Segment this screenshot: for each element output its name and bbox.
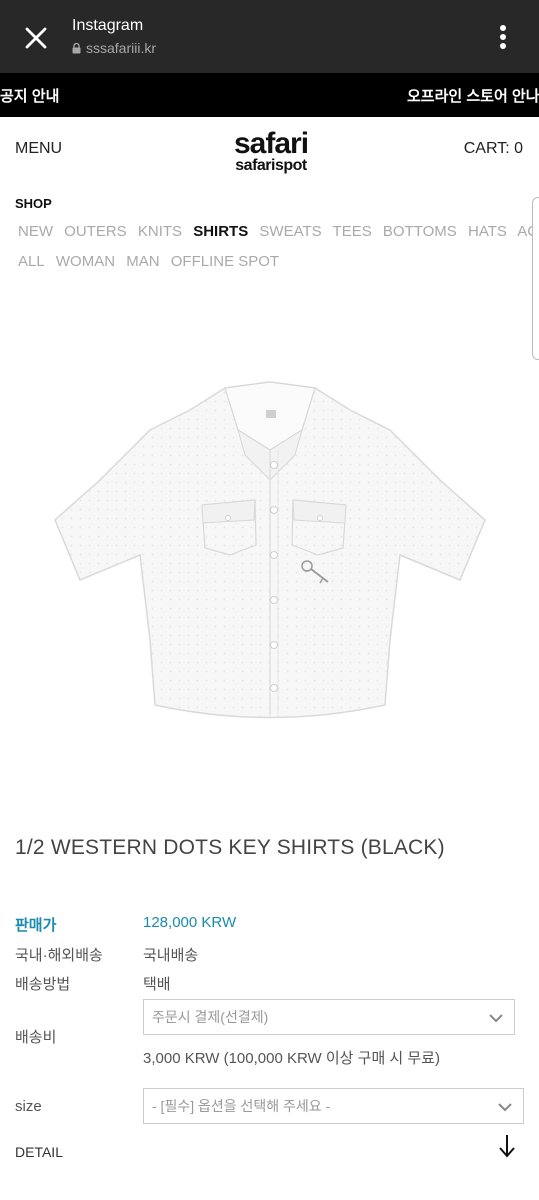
category-nav-row-1: NEW OUTERS KNITS SHIRTS SWEATS TEES BOTT… [18, 223, 539, 240]
white-shirt-image[interactable] [40, 370, 500, 740]
more-options-icon[interactable] [488, 20, 518, 54]
nav-item-new[interactable]: NEW [18, 223, 53, 240]
shipping-fee-note: 3,000 KRW (100,000 KRW 이상 구매 시 무료) [143, 1050, 440, 1067]
chevron-down-icon [489, 1014, 503, 1023]
price-value: 128,000 KRW [143, 914, 237, 931]
shipping-method-label: 배송방법 [15, 976, 71, 993]
notice-item-1[interactable]: 공지 안내 [0, 85, 59, 106]
nav-item-man[interactable]: MAN [126, 253, 159, 270]
nav-item-knits[interactable]: KNITS [138, 223, 182, 240]
nav-item-sweats[interactable]: SWEATS [259, 223, 321, 240]
shipping-fee-select[interactable]: 주문시 결제(선결제) [143, 999, 515, 1035]
browser-page-title: Instagram [72, 17, 144, 34]
size-select-value: - [필수] 옵션을 선택해 주세요 - [152, 1098, 331, 1114]
logo-sub-text: safarispot [235, 157, 307, 174]
logo-main-text: safari [233, 127, 309, 160]
arrow-down-icon[interactable] [496, 1133, 518, 1159]
lock-icon [72, 42, 81, 53]
nav-item-tees[interactable]: TEES [333, 223, 372, 240]
url-text: sssafariii.kr [86, 40, 157, 56]
detail-toggle-label[interactable]: DETAIL [15, 1144, 63, 1160]
nav-item-all[interactable]: ALL [18, 253, 45, 270]
product-title: 1/2 WESTERN DOTS KEY SHIRTS (BLACK) [15, 836, 445, 859]
browser-toolbar: Instagram sssafariii.kr [0, 0, 539, 73]
notice-item-2[interactable]: 오프라인 스토어 안나 [407, 85, 539, 106]
shipping-region-label: 국내·해외배송 [15, 947, 103, 964]
shop-heading: SHOP [15, 196, 52, 211]
nav-item-woman[interactable]: WOMAN [56, 253, 115, 270]
size-select[interactable]: - [필수] 옵션을 선택해 주세요 - [143, 1088, 524, 1124]
shipping-region-value: 국내배송 [143, 947, 199, 964]
price-label: 판매가 [15, 917, 57, 934]
site-logo[interactable]: safari safarispot [226, 127, 316, 174]
nav-item-bottoms[interactable]: BOTTOMS [383, 223, 457, 240]
nav-item-hats[interactable]: HATS [468, 223, 507, 240]
close-icon[interactable] [18, 20, 54, 56]
side-drawer-handle[interactable] [532, 197, 539, 360]
size-label: size [15, 1098, 42, 1115]
notice-marquee[interactable]: 공지 안내 오프라인 스토어 안나 [0, 73, 539, 117]
cart-button[interactable]: CART: 0 [464, 140, 523, 158]
chevron-down-icon [498, 1103, 512, 1112]
shipping-method-value: 택배 [143, 976, 171, 993]
shipping-fee-label: 배송비 [15, 1029, 57, 1046]
nav-item-outers[interactable]: OUTERS [64, 223, 127, 240]
menu-button[interactable]: MENU [15, 140, 62, 158]
nav-item-offline-spot[interactable]: OFFLINE SPOT [171, 253, 279, 270]
shipping-fee-select-value: 주문시 결제(선결제) [152, 1009, 269, 1025]
nav-item-shirts[interactable]: SHIRTS [193, 223, 248, 240]
category-nav-row-2: ALL WOMAN MAN OFFLINE SPOT [18, 253, 286, 270]
browser-url[interactable]: sssafariii.kr [72, 40, 156, 56]
